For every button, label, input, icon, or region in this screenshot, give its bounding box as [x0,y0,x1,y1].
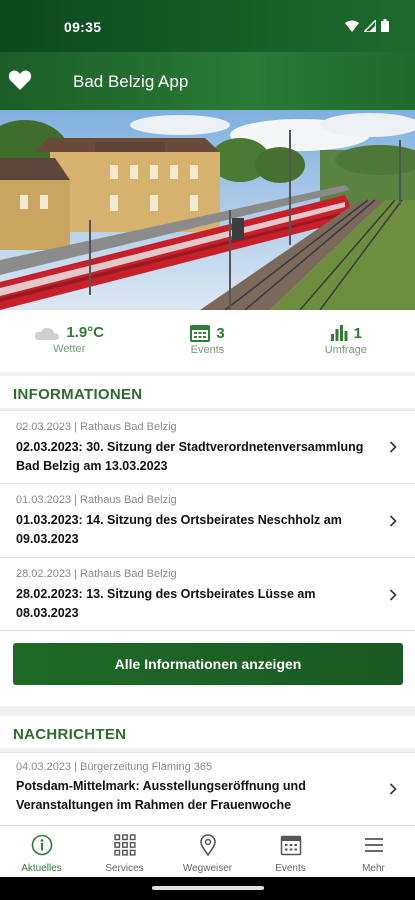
stat-weather[interactable]: 1.9°C Wetter [0,310,138,372]
nav-services[interactable]: Services [83,826,166,877]
nav-label: Aktuelles [21,863,62,874]
informationen-heading: INFORMATIONEN [13,386,143,403]
calendar-icon [190,325,211,342]
nachrichten-heading: NACHRICHTEN [13,726,127,743]
signal-icon [364,19,376,32]
survey-value: 1 [353,324,362,342]
nav-label: Events [275,863,306,874]
item-meta: 01.03.2023 | Rathaus Bad Belzig [16,494,177,506]
info-icon [31,834,52,856]
nav-label: Wegweiser [182,863,233,874]
app-bar: Bad Belzig App [0,52,415,110]
chevron-right-icon [389,441,397,453]
cloud-icon [35,327,60,340]
chevron-right-icon [389,783,397,795]
info-item-1[interactable]: 02.03.2023 | Rathaus Bad Belzig 02.03.20… [0,410,415,483]
item-meta: 04.03.2023 | Bürgerzeitung Fläming 365 [16,761,213,773]
item-title: 28.02.2023: 13. Sitzung des Ortsbeirates… [16,587,316,620]
nav-label: Services [105,863,144,874]
item-meta: 28.02.2023 | Rathaus Bad Belzig [16,568,177,580]
survey-label: Umfrage [324,344,367,356]
stat-events[interactable]: 3 Events [138,310,276,372]
chevron-right-icon [389,515,397,527]
events-label: Events [190,344,225,356]
weather-label: Wetter [53,343,86,355]
item-title: Potsdam-Mittelmark: Ausstellungseröffnun… [16,779,306,812]
status-bar: 09:35 [0,0,415,52]
gesture-bar[interactable] [152,886,264,890]
nav-events[interactable]: Events [249,826,332,877]
hero-image [0,110,415,310]
status-time: 09:35 [64,19,102,35]
nachrichten-header: NACHRICHTEN [0,716,415,752]
divider [0,706,415,716]
app-title: Bad Belzig App [73,72,189,91]
bottom-nav: Aktuelles Services Wegweiser Events Mehr [0,825,415,877]
stats-row: 1.9°C Wetter 3 Events 1 Umfrage [0,310,415,372]
heart-icon[interactable] [8,69,32,91]
status-icons [345,19,389,32]
battery-icon [381,19,389,32]
location-pin-icon [199,834,216,857]
item-title: 02.03.2023: 30. Sitzung der Stadtverordn… [16,440,364,473]
events-value: 3 [216,324,225,342]
item-meta: 02.03.2023 | Rathaus Bad Belzig [16,421,177,433]
nav-label: Mehr [362,863,385,874]
weather-value: 1.9°C [66,324,104,341]
info-item-2[interactable]: 01.03.2023 | Rathaus Bad Belzig 01.03.20… [0,483,415,557]
wifi-icon [345,20,359,32]
news-item-1[interactable]: 04.03.2023 | Bürgerzeitung Fläming 365 P… [0,752,415,825]
menu-icon [364,838,383,852]
stat-survey[interactable]: 1 Umfrage [277,310,415,372]
informationen-header: INFORMATIONEN [0,376,415,412]
nav-wegweiser[interactable]: Wegweiser [166,826,249,877]
calendar-icon [280,835,301,856]
nav-aktuelles[interactable]: Aktuelles [0,826,83,877]
info-item-3[interactable]: 28.02.2023 | Rathaus Bad Belzig 28.02.20… [0,557,415,631]
gesture-area [0,877,415,900]
bar-chart-icon [330,325,348,341]
all-informationen-button[interactable]: Alle Informationen anzeigen [13,643,403,685]
grid-icon [113,834,136,856]
chevron-right-icon [389,589,397,601]
nav-mehr[interactable]: Mehr [332,826,415,877]
item-title: 01.03.2023: 14. Sitzung des Ortsbeirates… [16,513,342,546]
